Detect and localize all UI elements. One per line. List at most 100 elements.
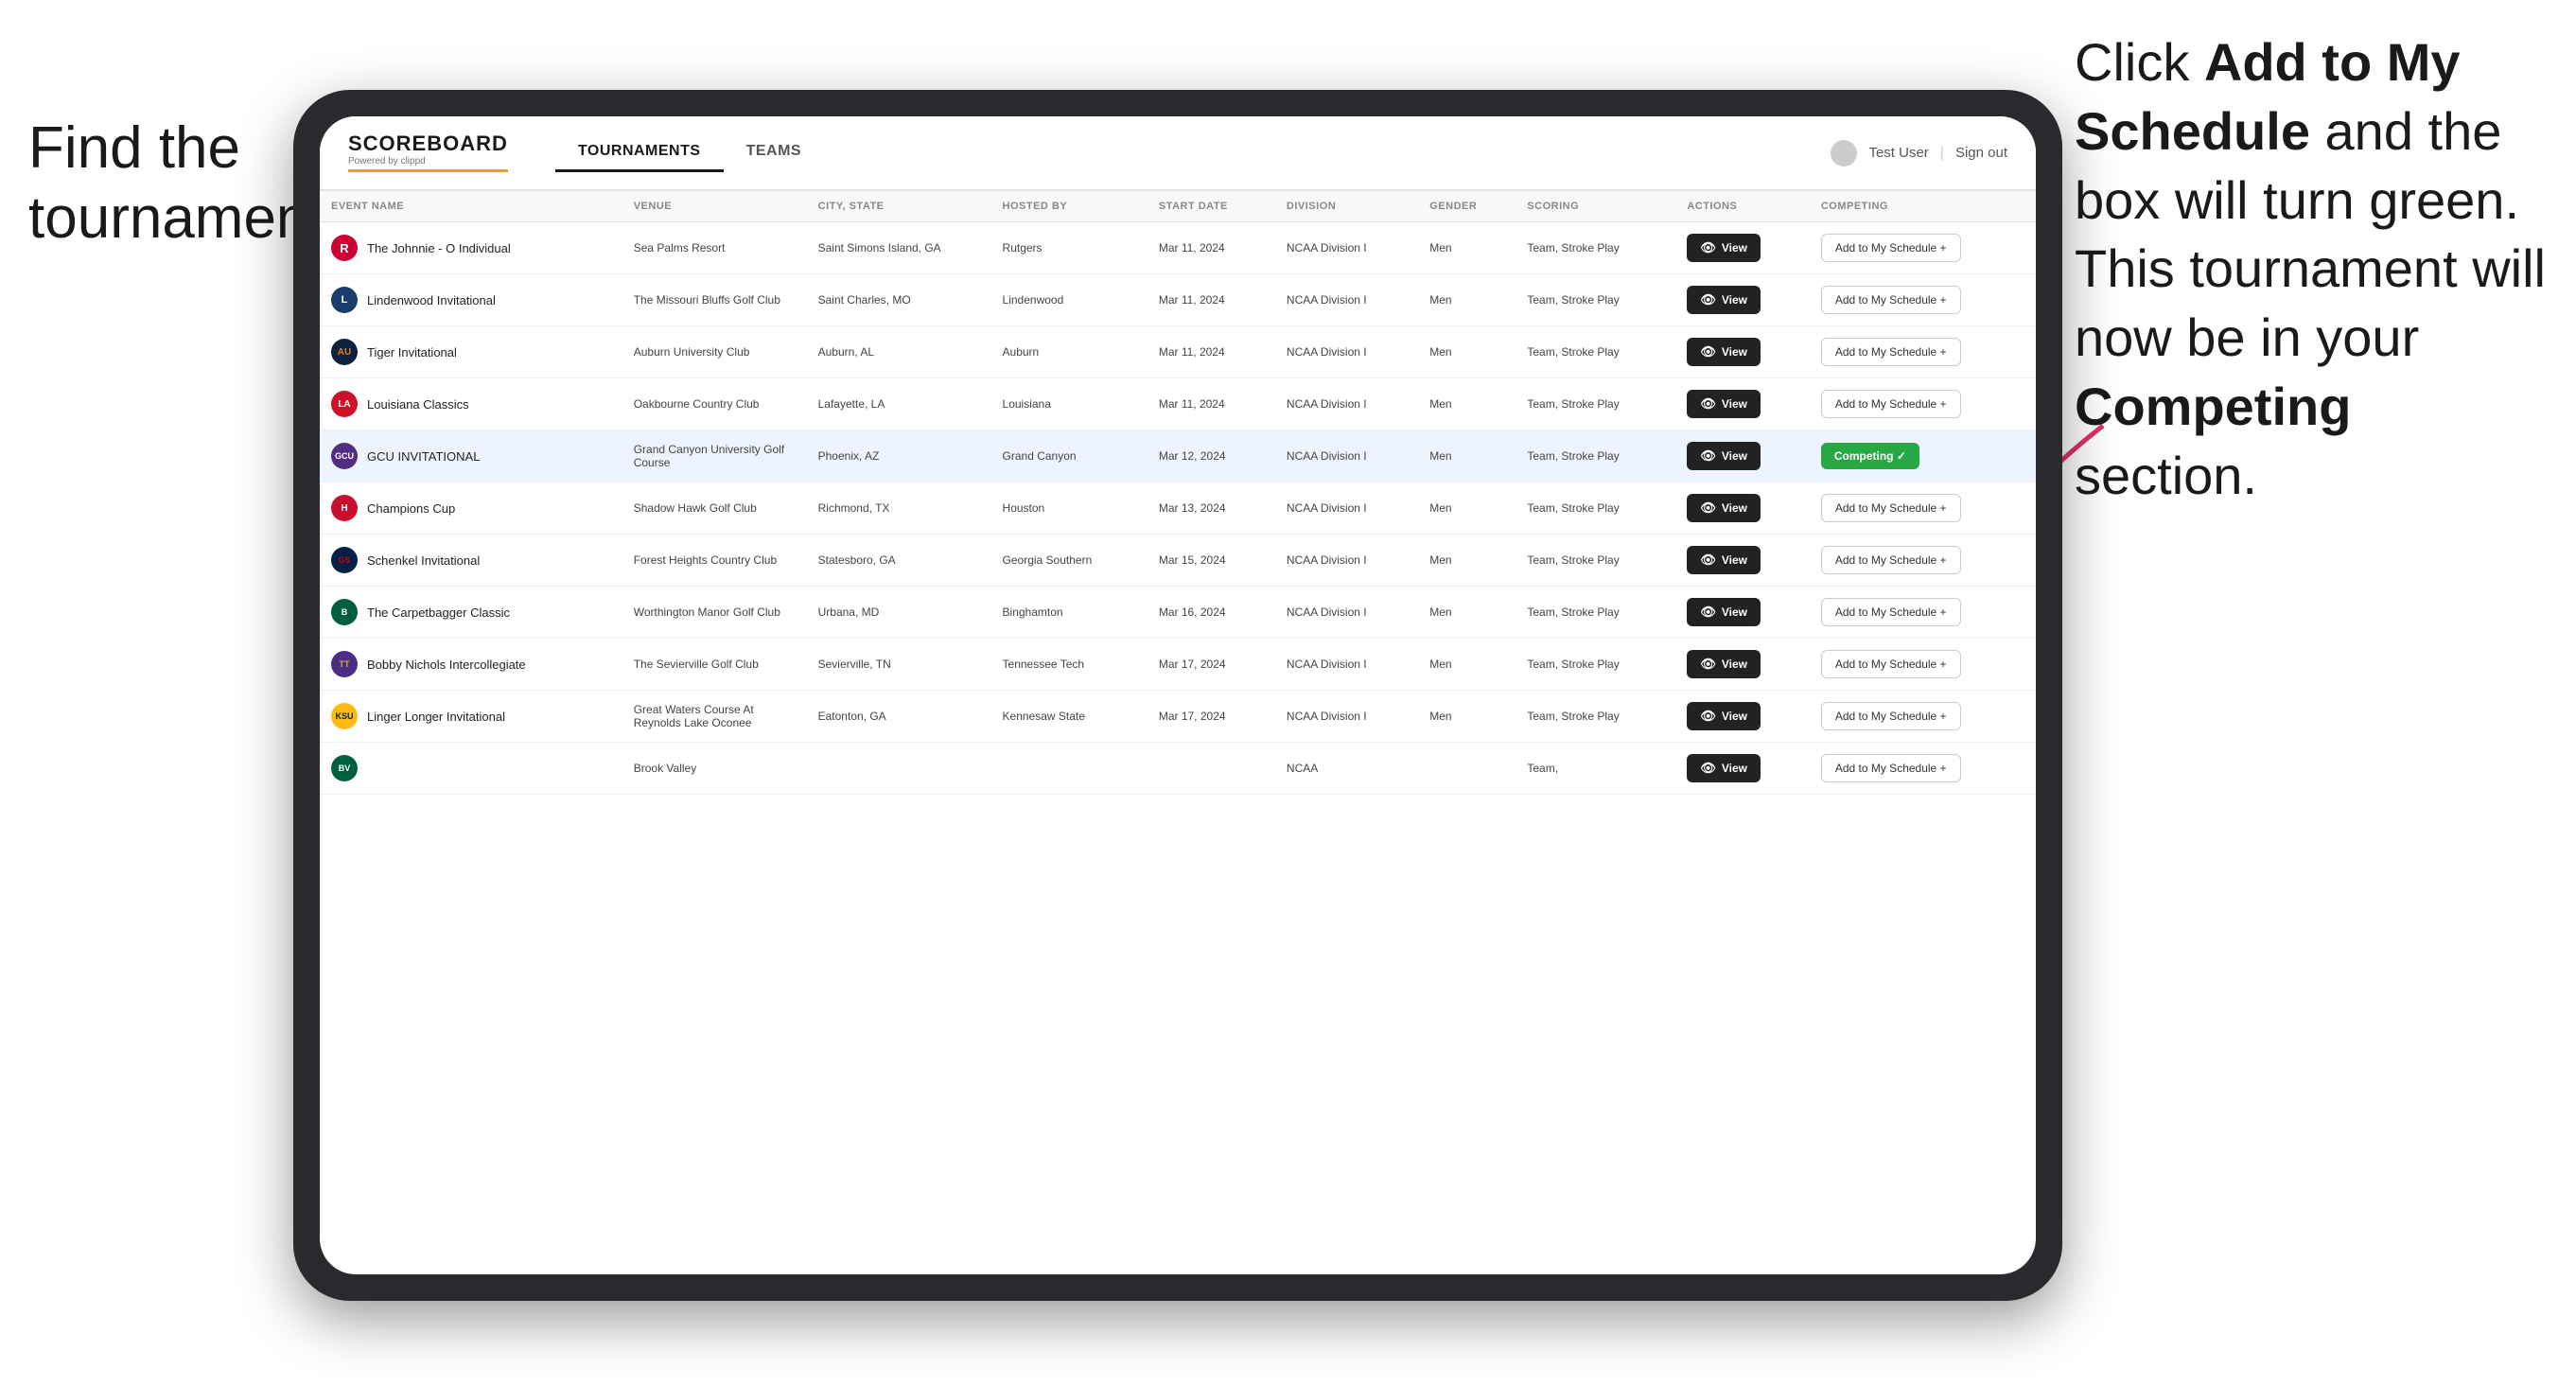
competing-cell-3: Add to My Schedule +	[1810, 378, 2036, 430]
add-schedule-button-9[interactable]: Add to My Schedule +	[1821, 702, 1961, 730]
competing-cell-10: Add to My Schedule +	[1810, 743, 2036, 795]
col-event-name: EVENT NAME	[320, 191, 622, 222]
logo-bar	[348, 169, 508, 172]
event-name-cell-2: AU Tiger Invitational	[320, 326, 622, 378]
table-header-row: EVENT NAME VENUE CITY, STATE HOSTED BY S…	[320, 191, 2036, 222]
gender-cell-6: Men	[1418, 535, 1516, 587]
venue-cell-2: Auburn University Club	[622, 326, 807, 378]
scoring-cell-5: Team, Stroke Play	[1516, 482, 1675, 535]
gender-cell-10	[1418, 743, 1516, 795]
start-date-cell-9: Mar 17, 2024	[1148, 691, 1275, 743]
col-scoring: SCORING	[1516, 191, 1675, 222]
view-button-9[interactable]: 👁 View	[1687, 702, 1761, 730]
city-cell-5: Richmond, TX	[807, 482, 991, 535]
actions-cell-9: 👁 View	[1675, 691, 1810, 743]
start-date-cell-1: Mar 11, 2024	[1148, 274, 1275, 326]
gender-cell-2: Men	[1418, 326, 1516, 378]
team-logo-1: L	[331, 287, 358, 313]
division-cell-10: NCAA	[1275, 743, 1418, 795]
scoring-cell-4: Team, Stroke Play	[1516, 430, 1675, 482]
table-row: GCU GCU INVITATIONAL Grand Canyon Univer…	[320, 430, 2036, 482]
competing-cell-0: Add to My Schedule +	[1810, 222, 2036, 274]
division-cell-2: NCAA Division I	[1275, 326, 1418, 378]
start-date-cell-10	[1148, 743, 1275, 795]
venue-cell-10: Brook Valley	[622, 743, 807, 795]
eye-icon-10: 👁	[1700, 761, 1716, 776]
venue-cell-6: Forest Heights Country Club	[622, 535, 807, 587]
view-button-7[interactable]: 👁 View	[1687, 598, 1761, 626]
venue-cell-7: Worthington Manor Golf Club	[622, 587, 807, 639]
hosted-by-cell-5: Houston	[991, 482, 1148, 535]
eye-icon-5: 👁	[1700, 500, 1716, 516]
sign-out-link[interactable]: Sign out	[1955, 145, 2007, 161]
division-cell-4: NCAA Division I	[1275, 430, 1418, 482]
view-button-6[interactable]: 👁 View	[1687, 546, 1761, 574]
add-schedule-button-3[interactable]: Add to My Schedule +	[1821, 390, 1961, 418]
competing-cell-7: Add to My Schedule +	[1810, 587, 2036, 639]
event-name-2: Tiger Invitational	[367, 345, 457, 360]
event-name-8: Bobby Nichols Intercollegiate	[367, 658, 526, 672]
col-venue: VENUE	[622, 191, 807, 222]
add-schedule-button-8[interactable]: Add to My Schedule +	[1821, 650, 1961, 678]
event-name-3: Louisiana Classics	[367, 397, 469, 412]
table-row: AU Tiger Invitational Auburn University …	[320, 326, 2036, 378]
event-name-9: Linger Longer Invitational	[367, 710, 505, 724]
event-name-cell-8: TT Bobby Nichols Intercollegiate	[320, 639, 622, 691]
add-schedule-button-2[interactable]: Add to My Schedule +	[1821, 338, 1961, 366]
tab-teams[interactable]: TEAMS	[724, 133, 825, 172]
add-schedule-button-10[interactable]: Add to My Schedule +	[1821, 754, 1961, 782]
division-cell-1: NCAA Division I	[1275, 274, 1418, 326]
table-row: KSU Linger Longer Invitational Great Wat…	[320, 691, 2036, 743]
team-logo-3: LA	[331, 391, 358, 417]
event-name-6: Schenkel Invitational	[367, 553, 480, 568]
team-logo-9: KSU	[331, 703, 358, 729]
tab-tournaments[interactable]: TOURNAMENTS	[555, 133, 724, 172]
add-schedule-button-0[interactable]: Add to My Schedule +	[1821, 234, 1961, 262]
hosted-by-cell-7: Binghamton	[991, 587, 1148, 639]
event-name-cell-4: GCU GCU INVITATIONAL	[320, 430, 622, 482]
hosted-by-cell-2: Auburn	[991, 326, 1148, 378]
add-schedule-button-1[interactable]: Add to My Schedule +	[1821, 286, 1961, 314]
division-cell-6: NCAA Division I	[1275, 535, 1418, 587]
team-logo-2: AU	[331, 339, 358, 365]
venue-cell-1: The Missouri Bluffs Golf Club	[622, 274, 807, 326]
team-logo-0: R	[331, 235, 358, 261]
table-row: BV Brook Valley NCAA Team, 👁 View Add to…	[320, 743, 2036, 795]
city-cell-3: Lafayette, LA	[807, 378, 991, 430]
user-name: Test User	[1868, 145, 1928, 161]
actions-cell-1: 👁 View	[1675, 274, 1810, 326]
add-schedule-button-5[interactable]: Add to My Schedule +	[1821, 494, 1961, 522]
start-date-cell-3: Mar 11, 2024	[1148, 378, 1275, 430]
table-container: EVENT NAME VENUE CITY, STATE HOSTED BY S…	[320, 191, 2036, 1274]
hosted-by-cell-8: Tennessee Tech	[991, 639, 1148, 691]
view-button-4[interactable]: 👁 View	[1687, 442, 1761, 470]
scoring-cell-9: Team, Stroke Play	[1516, 691, 1675, 743]
header-right: Test User | Sign out	[1831, 140, 2007, 167]
venue-cell-3: Oakbourne Country Club	[622, 378, 807, 430]
city-cell-10	[807, 743, 991, 795]
view-button-5[interactable]: 👁 View	[1687, 494, 1761, 522]
col-start-date: START DATE	[1148, 191, 1275, 222]
view-button-0[interactable]: 👁 View	[1687, 234, 1761, 262]
add-schedule-button-6[interactable]: Add to My Schedule +	[1821, 546, 1961, 574]
hosted-by-cell-6: Georgia Southern	[991, 535, 1148, 587]
eye-icon-4: 👁	[1700, 448, 1716, 464]
scoring-cell-2: Team, Stroke Play	[1516, 326, 1675, 378]
annotation-right-plain: Click	[2075, 32, 2204, 92]
actions-cell-7: 👁 View	[1675, 587, 1810, 639]
logo-area: SCOREBOARD Powered by clippd	[348, 133, 508, 172]
view-button-1[interactable]: 👁 View	[1687, 286, 1761, 314]
view-button-3[interactable]: 👁 View	[1687, 390, 1761, 418]
view-button-8[interactable]: 👁 View	[1687, 650, 1761, 678]
competing-button-4[interactable]: Competing ✓	[1821, 443, 1919, 469]
add-schedule-button-7[interactable]: Add to My Schedule +	[1821, 598, 1961, 626]
hosted-by-cell-1: Lindenwood	[991, 274, 1148, 326]
view-button-10[interactable]: 👁 View	[1687, 754, 1761, 782]
view-button-2[interactable]: 👁 View	[1687, 338, 1761, 366]
city-cell-0: Saint Simons Island, GA	[807, 222, 991, 274]
gender-cell-1: Men	[1418, 274, 1516, 326]
tablet-screen: SCOREBOARD Powered by clippd TOURNAMENTS…	[320, 116, 2036, 1274]
logo-text: SCOREBOARD	[348, 133, 508, 154]
event-name-cell-7: B The Carpetbagger Classic	[320, 587, 622, 639]
event-name-0: The Johnnie - O Individual	[367, 241, 511, 255]
